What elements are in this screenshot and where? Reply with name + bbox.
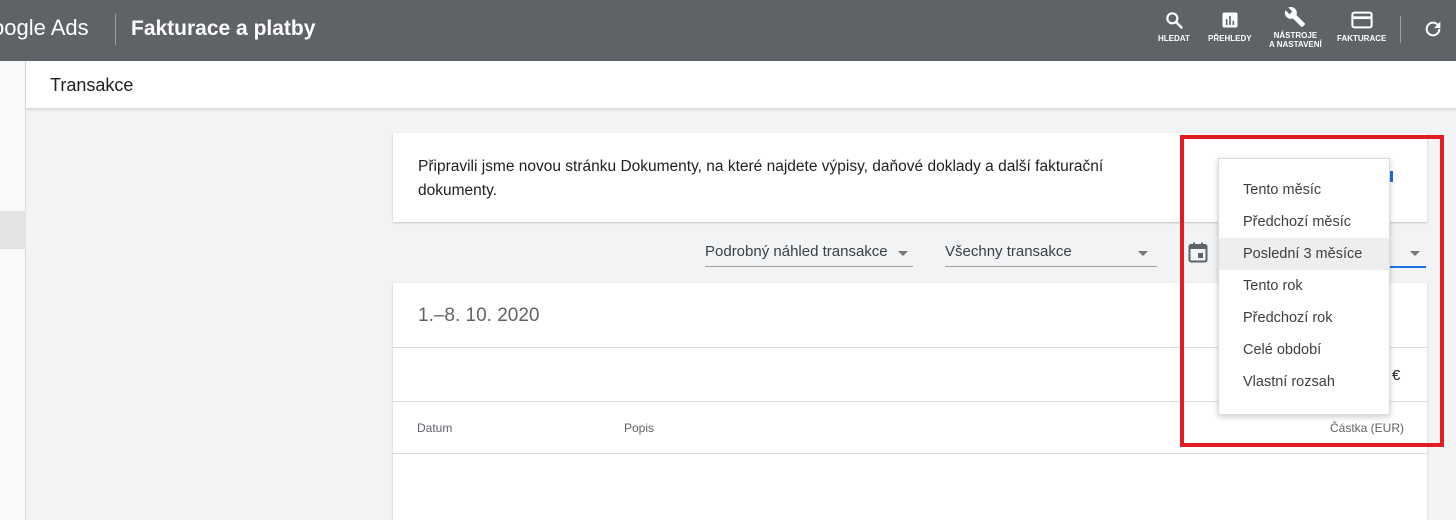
tools-label-line1: NÁSTROJE [1273, 31, 1318, 40]
wrench-icon [1285, 7, 1306, 28]
reports-label: PŘEHLEDY [1208, 34, 1252, 43]
bar-chart-icon [1222, 12, 1238, 28]
notice-text: Připravili jsme novou stránku Dokumenty,… [418, 158, 1104, 199]
refresh-icon [1425, 21, 1441, 37]
tools-settings-label: NÁSTROJE A NASTAVENÍ [1269, 31, 1322, 49]
tools-label-line2: A NASTAVENÍ [1269, 40, 1322, 49]
dropdown-arrow-icon [1138, 251, 1148, 256]
search-button[interactable]: HLEDAT [1158, 10, 1190, 43]
google-ads-logo[interactable]: oogle Ads [0, 15, 89, 41]
divider [115, 14, 116, 45]
subheader: Transakce [26, 61, 1456, 109]
left-nav-rail [0, 61, 26, 520]
search-label: HLEDAT [1158, 34, 1190, 43]
tools-settings-button[interactable]: NÁSTROJE A NASTAVENÍ [1269, 6, 1322, 49]
divider [393, 453, 1427, 454]
column-header-date[interactable]: Datum [417, 421, 452, 435]
annotation-highlight-box [1180, 135, 1444, 447]
period-label: 1.–8. 10. 2020 [418, 305, 540, 326]
credit-card-icon [1351, 11, 1373, 29]
page-title: Fakturace a platby [131, 17, 316, 40]
divider [1400, 16, 1401, 43]
transaction-type-select[interactable]: Všechny transakce [945, 238, 1157, 267]
dropdown-arrow-icon [898, 251, 908, 256]
top-app-bar: oogle Ads Fakturace a platby HLEDAT PŘEH… [0, 0, 1456, 61]
billing-button[interactable]: FAKTURACE [1337, 10, 1386, 43]
nav-item-active[interactable] [0, 211, 26, 249]
view-select-value: Podrobný náhled transakce [705, 243, 888, 260]
billing-label: FAKTURACE [1337, 34, 1387, 43]
column-header-description[interactable]: Popis [624, 421, 654, 435]
transaction-type-value: Všechny transakce [945, 243, 1072, 260]
search-icon [1166, 12, 1183, 29]
section-title: Transakce [50, 75, 134, 95]
view-select[interactable]: Podrobný náhled transakce [705, 238, 913, 267]
reports-button[interactable]: PŘEHLEDY [1208, 10, 1252, 43]
refresh-button[interactable] [1422, 18, 1444, 45]
